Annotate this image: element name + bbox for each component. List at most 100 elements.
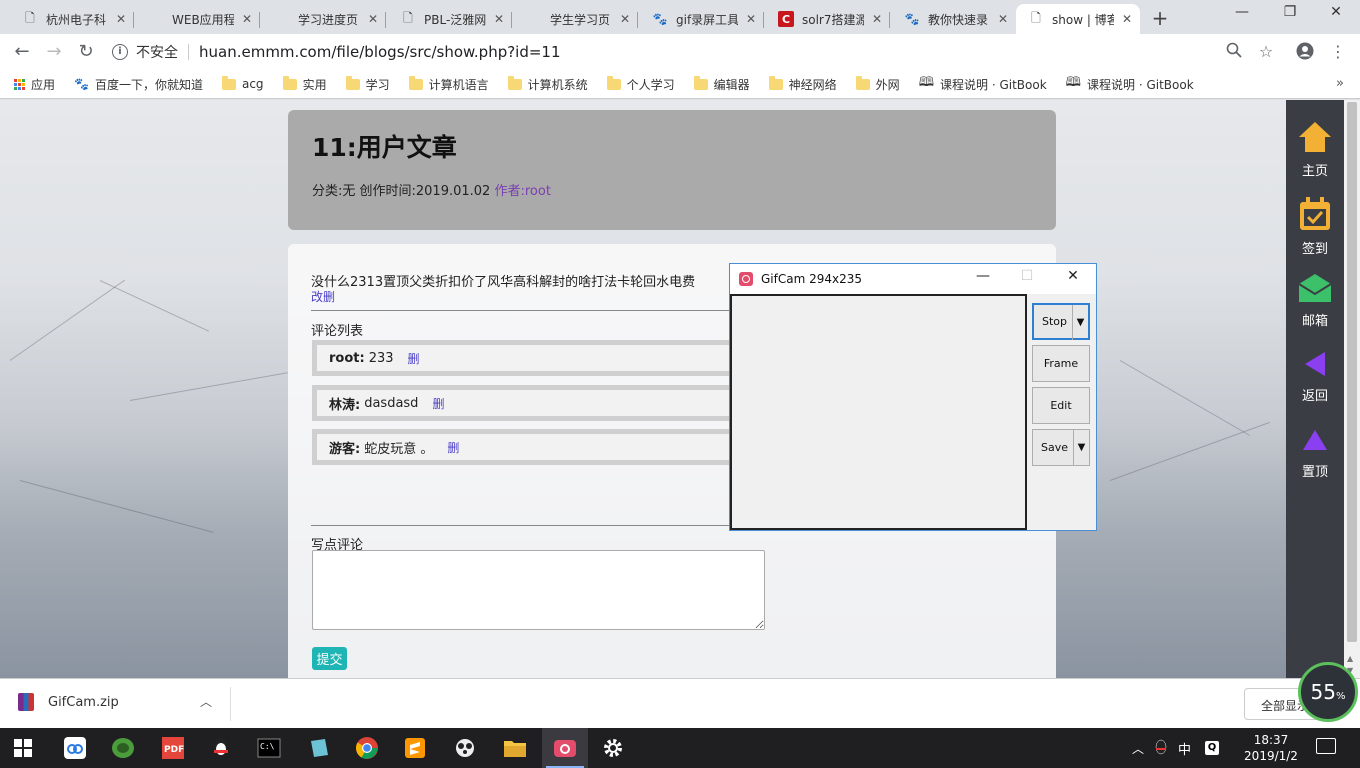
close-window-button[interactable]: ✕ xyxy=(1314,4,1358,20)
tab-3[interactable]: 🗋 PBL-泛雅网 ✕ xyxy=(388,4,512,34)
qq-browser-tray-icon[interactable]: Q xyxy=(1205,741,1220,755)
gifcam-titlebar[interactable]: GifCam 294x235 — ☐ ✕ xyxy=(730,264,1096,294)
save-button[interactable]: Save ▼ xyxy=(1032,429,1090,466)
bookmark-folder[interactable]: 计算机系统 xyxy=(507,75,588,93)
terminal-icon[interactable]: C:\ xyxy=(246,728,292,768)
minimize-button[interactable]: — xyxy=(1220,4,1264,20)
bookmark-folder[interactable]: 外网 xyxy=(855,75,900,93)
minimize-button[interactable]: — xyxy=(968,268,998,284)
close-icon[interactable]: ✕ xyxy=(116,12,128,26)
address-bar[interactable]: i 不安全 huan.emmm.com/file/blogs/src/show.… xyxy=(112,38,1252,66)
info-icon[interactable]: i xyxy=(112,44,128,60)
notification-icon[interactable] xyxy=(1316,738,1336,754)
tab-strip: 🗋 杭州电子科 ✕ WEB应用程 ✕ 学习进度页 ✕ 🗋 PBL-泛雅网 ✕ 学… xyxy=(0,0,1360,34)
qq-icon[interactable] xyxy=(198,728,244,768)
back-button[interactable]: ← xyxy=(10,41,34,63)
side-nav-checkin[interactable]: 签到 xyxy=(1286,176,1344,257)
dropdown-arrow-icon[interactable]: ▼ xyxy=(1072,305,1088,340)
notes-icon[interactable] xyxy=(296,728,342,768)
close-icon[interactable]: ✕ xyxy=(1122,12,1134,26)
scroll-up-icon[interactable]: ▲ xyxy=(1347,654,1353,663)
comment-delete-link[interactable]: 删 xyxy=(447,439,459,456)
performance-gauge[interactable]: 55% xyxy=(1298,662,1358,722)
qq-tray-icon[interactable] xyxy=(1154,739,1168,758)
comment-text: 蛇皮玩意 。 xyxy=(364,441,434,457)
settings-gear-icon[interactable] xyxy=(590,728,636,768)
bookmark-folder[interactable]: 神经网络 xyxy=(768,75,837,93)
download-filename: GifCam.zip xyxy=(48,694,119,710)
ime-indicator[interactable]: 中 xyxy=(1178,739,1191,758)
tab-4[interactable]: 学生学习页 ✕ xyxy=(514,4,638,34)
comment-delete-link[interactable]: 删 xyxy=(432,395,444,412)
maximize-button[interactable]: ☐ xyxy=(1012,268,1042,284)
bookmark-folder[interactable]: 个人学习 xyxy=(606,75,675,93)
bookmark-folder[interactable]: 编辑器 xyxy=(693,75,750,93)
side-nav-top[interactable]: 置顶 xyxy=(1286,404,1344,480)
menu-icon[interactable]: ⋮ xyxy=(1328,42,1348,61)
restore-button[interactable]: ❐ xyxy=(1268,4,1312,20)
close-icon[interactable]: ✕ xyxy=(998,12,1010,26)
scrollbar-thumb[interactable] xyxy=(1347,102,1357,642)
side-nav-label: 返回 xyxy=(1301,389,1328,404)
dropdown-arrow-icon[interactable]: ▼ xyxy=(1073,430,1089,465)
windows-start-button[interactable] xyxy=(0,728,46,768)
submit-button[interactable]: 提交 xyxy=(312,647,347,670)
tab-7[interactable]: 🐾 教你快速录 ✕ xyxy=(892,4,1016,34)
side-nav-back[interactable]: 返回 xyxy=(1286,328,1344,404)
tab-2[interactable]: 学习进度页 ✕ xyxy=(262,4,386,34)
bookmark-folder[interactable]: 学习 xyxy=(345,75,390,93)
bookmark-gitbook[interactable]: 🕮 课程说明 · GitBook xyxy=(919,73,1047,95)
bookmark-star-icon[interactable]: ☆ xyxy=(1256,42,1276,61)
bookmark-apps[interactable]: 应用 xyxy=(14,76,55,93)
baidu-netdisk-icon[interactable] xyxy=(52,728,98,768)
comment-delete-link[interactable]: 删 xyxy=(408,350,420,367)
close-icon[interactable]: ✕ xyxy=(620,12,632,26)
chrome-icon[interactable] xyxy=(344,728,390,768)
more-bookmarks-button[interactable]: » xyxy=(1336,76,1344,91)
author-link[interactable]: 作者:root xyxy=(494,184,550,199)
tab-6[interactable]: C solr7搭建源 ✕ xyxy=(766,4,890,34)
chevron-up-icon[interactable]: ︿ xyxy=(200,693,212,710)
download-item[interactable]: GifCam.zip xyxy=(18,693,119,711)
reload-button[interactable]: ↻ xyxy=(74,41,98,63)
comment-textarea[interactable] xyxy=(312,550,765,630)
sublime-icon[interactable] xyxy=(392,728,438,768)
gifcam-taskbar-icon[interactable] xyxy=(542,728,588,768)
zoom-icon[interactable] xyxy=(1224,42,1244,62)
gvim-icon[interactable] xyxy=(100,728,146,768)
bookmark-baidu[interactable]: 🐾 百度一下，你就知道 xyxy=(74,76,203,93)
side-nav-home[interactable]: 主页 xyxy=(1286,100,1344,179)
folder-icon xyxy=(408,75,423,90)
tab-1[interactable]: WEB应用程 ✕ xyxy=(136,4,260,34)
close-icon[interactable]: ✕ xyxy=(494,12,506,26)
bookmark-folder[interactable]: acg xyxy=(221,75,264,91)
tab-active[interactable]: 🗋 show | 博客 ✕ xyxy=(1016,4,1140,34)
capture-frame[interactable] xyxy=(730,294,1027,530)
close-icon[interactable]: ✕ xyxy=(368,12,380,26)
close-button[interactable]: ✕ xyxy=(1058,268,1088,284)
tab-5[interactable]: 🐾 gif录屏工具 ✕ xyxy=(640,4,764,34)
edit-delete-link[interactable]: 改删 xyxy=(311,288,335,305)
tab-title: PBL-泛雅网 xyxy=(424,12,486,27)
system-clock[interactable]: 18:37 2019/1/2 xyxy=(1236,732,1306,764)
forward-button[interactable]: → xyxy=(42,41,66,63)
chevron-up-icon[interactable]: ︿ xyxy=(1132,740,1144,757)
bookmark-gitbook[interactable]: 🕮 课程说明 · GitBook xyxy=(1066,73,1194,95)
close-icon[interactable]: ✕ xyxy=(872,12,884,26)
pdf-icon[interactable]: PDF xyxy=(150,728,196,768)
frame-button[interactable]: Frame xyxy=(1032,345,1090,382)
side-nav-mail[interactable]: 邮箱 xyxy=(1286,252,1344,329)
close-icon[interactable]: ✕ xyxy=(242,12,254,26)
page-scrollbar[interactable]: ▲ ▼ xyxy=(1344,100,1360,678)
bookmark-folder[interactable]: 计算机语言 xyxy=(408,75,489,93)
file-explorer-icon[interactable] xyxy=(492,728,538,768)
url-text[interactable]: huan.emmm.com/file/blogs/src/show.php?id… xyxy=(199,43,561,61)
stop-button[interactable]: Stop ▼ xyxy=(1032,303,1090,340)
app-panda-icon[interactable] xyxy=(442,728,488,768)
close-icon[interactable]: ✕ xyxy=(746,12,758,26)
bookmark-folder[interactable]: 实用 xyxy=(282,75,327,93)
new-tab-button[interactable]: + xyxy=(1148,6,1172,30)
account-icon[interactable] xyxy=(1295,42,1315,64)
tab-0[interactable]: 🗋 杭州电子科 ✕ xyxy=(10,4,134,34)
edit-button[interactable]: Edit xyxy=(1032,387,1090,424)
